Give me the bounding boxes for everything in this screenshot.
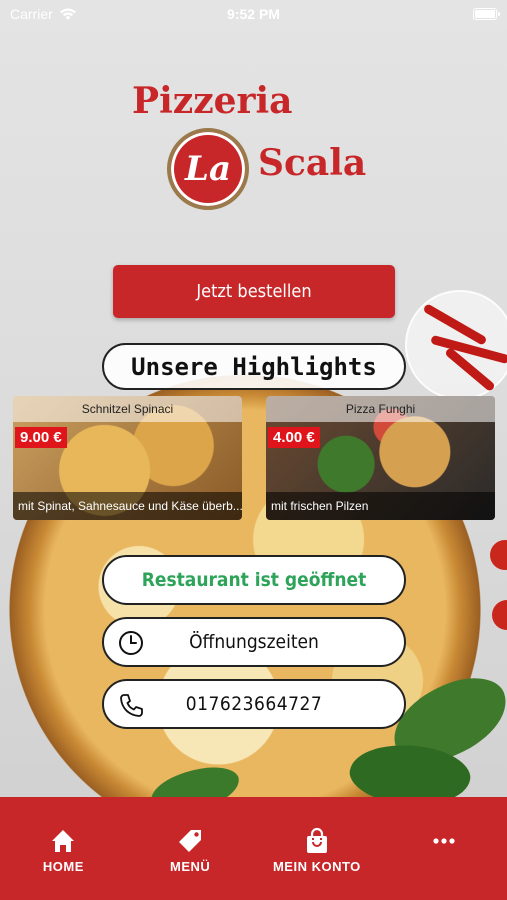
logo-badge: La <box>167 128 249 210</box>
status-bar: Carrier 9:52 PM <box>0 0 507 28</box>
tab-account[interactable]: MEIN KONTO <box>262 827 372 874</box>
dish-description: mit Spinat, Sahnesauce und Käse überb... <box>13 492 242 520</box>
phone-number: 017623664727 <box>185 693 323 715</box>
more-icon <box>433 838 455 844</box>
bottom-tab-bar: HOME MENÜ MEIN KONTO <box>0 797 507 900</box>
opening-hours-button[interactable]: Öffnungszeiten <box>102 617 406 667</box>
dish-price: 4.00 € <box>268 427 320 448</box>
order-now-button[interactable]: Jetzt bestellen <box>113 265 395 318</box>
battery-icon <box>473 8 500 20</box>
tab-home[interactable]: HOME <box>8 827 118 874</box>
logo-scala-text: Scala <box>258 142 367 184</box>
tab-account-label: MEIN KONTO <box>272 859 361 874</box>
bag-icon <box>306 827 327 853</box>
clock-icon <box>119 631 143 655</box>
tab-more[interactable] <box>389 827 499 859</box>
opening-hours-label: Öffnungszeiten <box>189 631 319 653</box>
tab-menu-label: MENÜ <box>169 859 211 874</box>
highlights-heading: Unsere Highlights <box>102 343 406 390</box>
tab-menu[interactable]: MENÜ <box>135 827 245 874</box>
dish-name: Schnitzel Spinaci <box>13 396 242 422</box>
highlight-card[interactable]: Pizza Funghi 4.00 € mit frischen Pilzen <box>266 396 495 520</box>
logo-pizzeria-text: Pizzeria <box>132 80 293 122</box>
phone-button[interactable]: 017623664727 <box>102 679 406 729</box>
dish-description: mit frischen Pilzen <box>266 492 495 520</box>
dish-name: Pizza Funghi <box>266 396 495 422</box>
tag-icon <box>179 830 202 852</box>
home-icon <box>52 830 75 852</box>
tab-home-label: HOME <box>42 859 84 874</box>
status-time: 9:52 PM <box>227 6 280 22</box>
logo-badge-text: La <box>185 149 231 189</box>
dish-price: 9.00 € <box>15 427 67 448</box>
phone-icon <box>120 694 143 717</box>
restaurant-open-status: Restaurant ist geöffnet <box>102 555 406 605</box>
highlight-card[interactable]: Schnitzel Spinaci 9.00 € mit Spinat, Sah… <box>13 396 242 520</box>
